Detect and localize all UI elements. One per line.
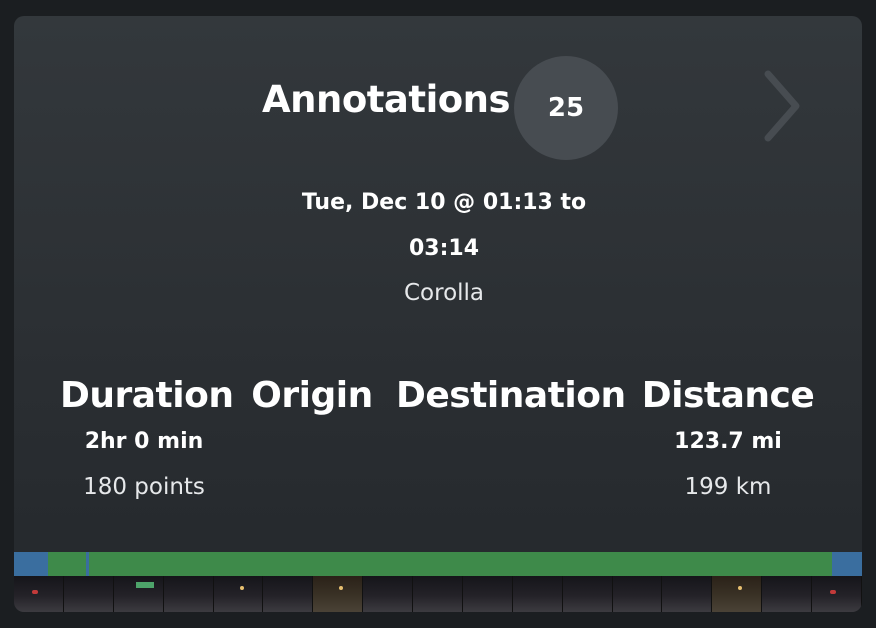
duration-value: 2hr 0 min <box>84 429 204 454</box>
timeline-engaged-segment <box>48 552 832 576</box>
origin-sub <box>250 464 374 510</box>
annotations-count-badge: 25 <box>514 56 618 160</box>
destination-label: Destination <box>396 375 626 416</box>
video-thumbnail <box>562 576 613 612</box>
timeline-marker <box>86 552 89 576</box>
next-button[interactable] <box>754 66 814 146</box>
video-thumbnail <box>213 576 264 612</box>
video-thumbnail <box>263 576 314 612</box>
video-thumbnail <box>113 576 164 612</box>
date-range: Tue, Dec 10 @ 01:13 to 03:14 <box>288 180 600 272</box>
video-thumbnail <box>812 576 862 612</box>
destination-sub <box>396 464 618 510</box>
stat-origin: Origin <box>250 372 374 510</box>
video-thumbnail <box>462 576 513 612</box>
annotations-title: Annotations <box>262 78 511 121</box>
video-thumbnail <box>662 576 713 612</box>
chevron-right-icon <box>764 70 800 142</box>
video-thumbnail <box>163 576 214 612</box>
date-range-end: 03:14 <box>408 236 480 261</box>
duration-label: Duration <box>60 375 234 416</box>
video-thumbnail <box>512 576 563 612</box>
stat-distance: Distance 123.7 mi 199 km <box>640 372 816 510</box>
distance-miles: 123.7 mi <box>674 429 782 454</box>
date-range-start: Tue, Dec 10 @ 01:13 to <box>301 190 587 215</box>
vehicle-name: Corolla <box>403 280 485 306</box>
distance-km: 199 km <box>684 474 772 500</box>
drive-timeline[interactable] <box>14 552 862 576</box>
drive-stats: Duration 2hr 0 min 180 points Origin Des… <box>14 372 862 512</box>
video-thumbnail <box>14 576 64 612</box>
origin-label: Origin <box>251 375 373 416</box>
video-thumbnail <box>612 576 663 612</box>
video-thumbnail <box>63 576 114 612</box>
drive-card: Annotations 25 Tue, Dec 10 @ 01:13 to 03… <box>14 16 862 612</box>
video-thumbnail <box>762 576 812 612</box>
stat-duration: Duration 2hr 0 min 180 points <box>60 372 234 510</box>
video-thumbnail <box>363 576 413 612</box>
distance-label: Distance <box>641 375 815 416</box>
video-thumbnail <box>413 576 463 612</box>
destination-value <box>396 420 618 464</box>
duration-points: 180 points <box>83 474 205 500</box>
video-thumbnail <box>313 576 364 612</box>
origin-value <box>250 420 374 464</box>
stat-destination: Destination <box>396 372 626 510</box>
video-thumbnail <box>712 576 763 612</box>
video-thumbnail-strip[interactable] <box>14 576 862 612</box>
annotations-header: Annotations 25 <box>14 56 862 160</box>
